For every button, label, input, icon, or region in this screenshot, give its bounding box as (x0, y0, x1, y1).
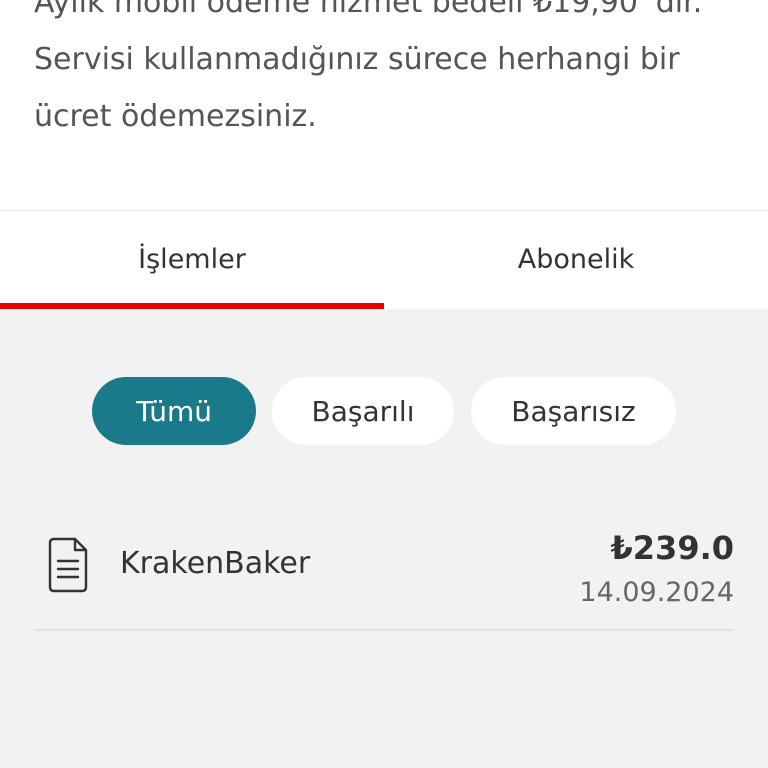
filter-failed-chip[interactable]: Başarısız (471, 377, 676, 445)
tab-transactions[interactable]: İşlemler (0, 211, 384, 310)
document-icon (47, 536, 89, 594)
merchant-name: KrakenBaker (120, 546, 311, 581)
fee-info-text: Aylık mobil ödeme hizmet bedeli ₺19,90 '… (34, 0, 703, 134)
tab-bar: İşlemler Abonelik (0, 210, 768, 309)
transaction-date: 14.09.2024 (579, 577, 734, 608)
transaction-amount: ₺239.0 (610, 529, 734, 567)
filter-all-chip[interactable]: Tümü (92, 377, 256, 445)
tab-subscription[interactable]: Abonelik (384, 211, 768, 310)
active-tab-indicator (0, 303, 384, 309)
filter-chips: Tümü Başarılı Başarısız (0, 377, 768, 445)
filter-successful-chip[interactable]: Başarılı (272, 377, 454, 445)
transaction-row[interactable]: KrakenBaker ₺239.0 14.09.2024 (34, 510, 734, 631)
info-section: Aylık mobil ödeme hizmet bedeli ₺19,90 '… (0, 0, 768, 210)
